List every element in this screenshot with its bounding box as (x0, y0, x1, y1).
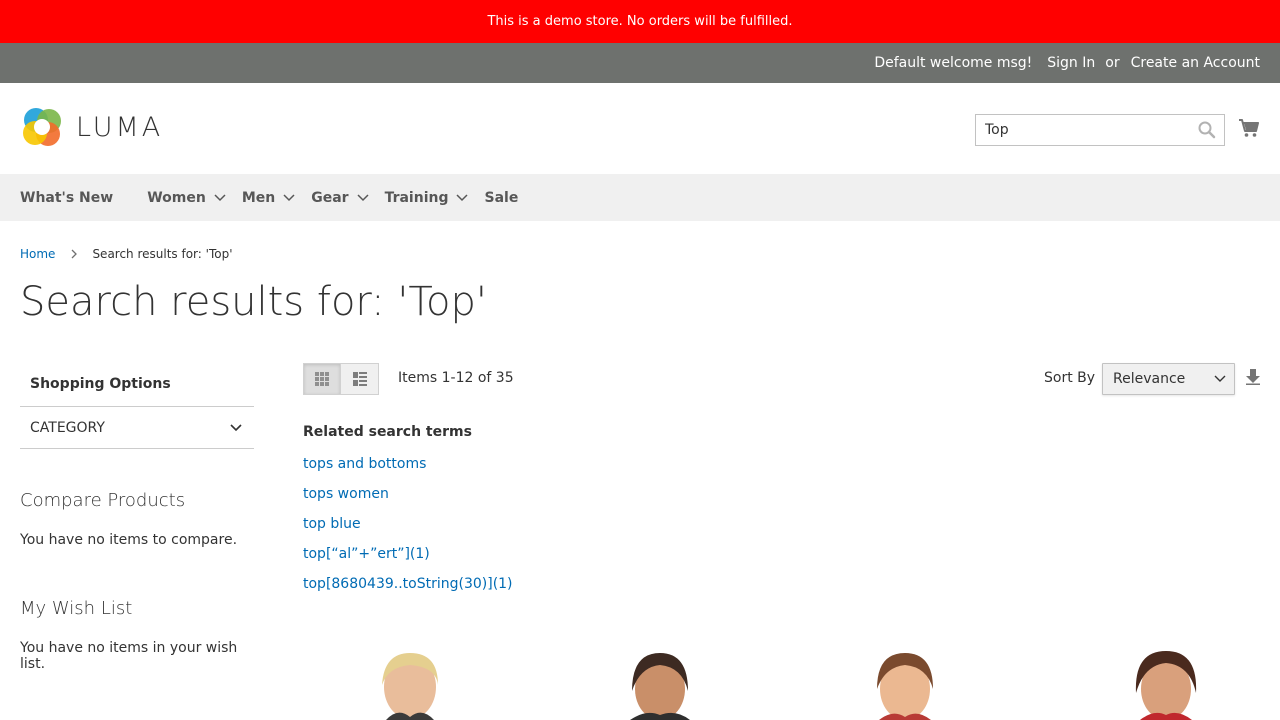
chevron-down-icon (357, 193, 369, 201)
shopping-options-title: Shopping Options (20, 362, 254, 407)
list-icon (352, 372, 367, 386)
cart-icon[interactable] (1238, 117, 1260, 139)
nav-item-men[interactable]: Men (242, 190, 295, 206)
nav-item-label: Sale (484, 189, 519, 206)
related-search-terms-title: Related search terms (303, 424, 472, 440)
top-bar: Default welcome msg! Sign In or Create a… (0, 43, 1280, 83)
nav-item-gear[interactable]: Gear (311, 189, 369, 206)
search-box (975, 114, 1225, 146)
main-navigation: What's New Women Men Gear Training Sale (0, 174, 1280, 221)
create-account-link[interactable]: Create an Account (1131, 55, 1260, 71)
list-view-button[interactable] (341, 363, 379, 395)
compare-products-title: Compare Products (20, 490, 186, 511)
demo-store-banner: This is a demo store. No orders will be … (0, 0, 1280, 43)
compare-products-empty: You have no items to compare. (20, 532, 238, 548)
wish-list-title: My Wish List (20, 598, 133, 619)
sort-by-label: Sort By (1044, 370, 1096, 386)
view-mode-switch (303, 363, 379, 395)
chevron-right-icon (71, 249, 78, 259)
logo[interactable]: LUMA (20, 105, 163, 149)
related-term-link[interactable]: top blue (303, 514, 513, 544)
sort-by-value: Relevance (1113, 371, 1186, 387)
nav-item-label: Gear (311, 189, 349, 206)
search-icon[interactable] (1198, 121, 1216, 139)
nav-item-label: What's New (20, 189, 114, 206)
chevron-down-icon (283, 193, 295, 201)
sidebar: Shopping Options CATEGORY Compare Produc… (20, 362, 254, 672)
sort-direction-arrow-icon[interactable] (1246, 369, 1260, 389)
welcome-message: Default welcome msg! (874, 55, 1033, 71)
chevron-down-icon (214, 193, 226, 201)
chevron-down-icon (230, 423, 242, 431)
wish-list-empty: You have no items in your wish list. (20, 640, 238, 672)
demo-store-notice: This is a demo store. No orders will be … (487, 14, 793, 29)
related-term-link[interactable]: tops women (303, 484, 513, 514)
related-search-terms: Related search terms tops and bottoms to… (303, 424, 513, 604)
breadcrumb-home-link[interactable]: Home (20, 247, 55, 261)
nav-item-training[interactable]: Training (385, 190, 469, 206)
chevron-down-icon (1214, 375, 1226, 382)
page-title: Search results for: 'Top' (20, 279, 487, 325)
nav-item-whats-new[interactable]: What's New (20, 190, 113, 206)
related-term-link[interactable]: tops and bottoms (303, 454, 513, 484)
luma-logo-icon (23, 108, 61, 146)
items-count: Items 1-12 of 35 (398, 370, 514, 386)
page-header: LUMA (0, 83, 1280, 174)
category-filter[interactable]: CATEGORY (20, 407, 254, 449)
or-separator: or (1105, 55, 1120, 71)
sign-in-link[interactable]: Sign In (1047, 55, 1095, 71)
category-filter-label: CATEGORY (30, 419, 105, 436)
related-term-link[interactable]: top[“al”+”ert”](1) (303, 544, 513, 574)
product-image[interactable] (578, 645, 768, 720)
related-term-link[interactable]: top[8680439..toString(30)](1) (303, 574, 513, 604)
grid-view-button[interactable] (303, 363, 341, 395)
product-image[interactable] (813, 645, 1003, 720)
nav-item-label: Training (384, 189, 449, 206)
grid-icon (315, 372, 329, 386)
header-links: Default welcome msg! Sign In or Create a… (864, 43, 1260, 83)
product-grid (303, 645, 1260, 720)
nav-item-label: Men (241, 189, 276, 206)
product-image[interactable] (1058, 645, 1248, 720)
product-image[interactable] (318, 645, 508, 720)
nav-item-sale[interactable]: Sale (484, 190, 518, 206)
breadcrumb: Home Search results for: 'Top' (20, 247, 233, 261)
chevron-down-icon (456, 193, 469, 201)
products-toolbar: Items 1-12 of 35 Sort By Relevance (303, 363, 1260, 395)
nav-item-women[interactable]: Women (147, 190, 226, 206)
nav-item-label: Women (147, 189, 206, 206)
sort-by-select[interactable]: Relevance (1102, 363, 1235, 395)
search-input[interactable] (976, 115, 1186, 145)
breadcrumb-current: Search results for: 'Top' (92, 247, 233, 261)
logo-text: LUMA (76, 111, 164, 143)
